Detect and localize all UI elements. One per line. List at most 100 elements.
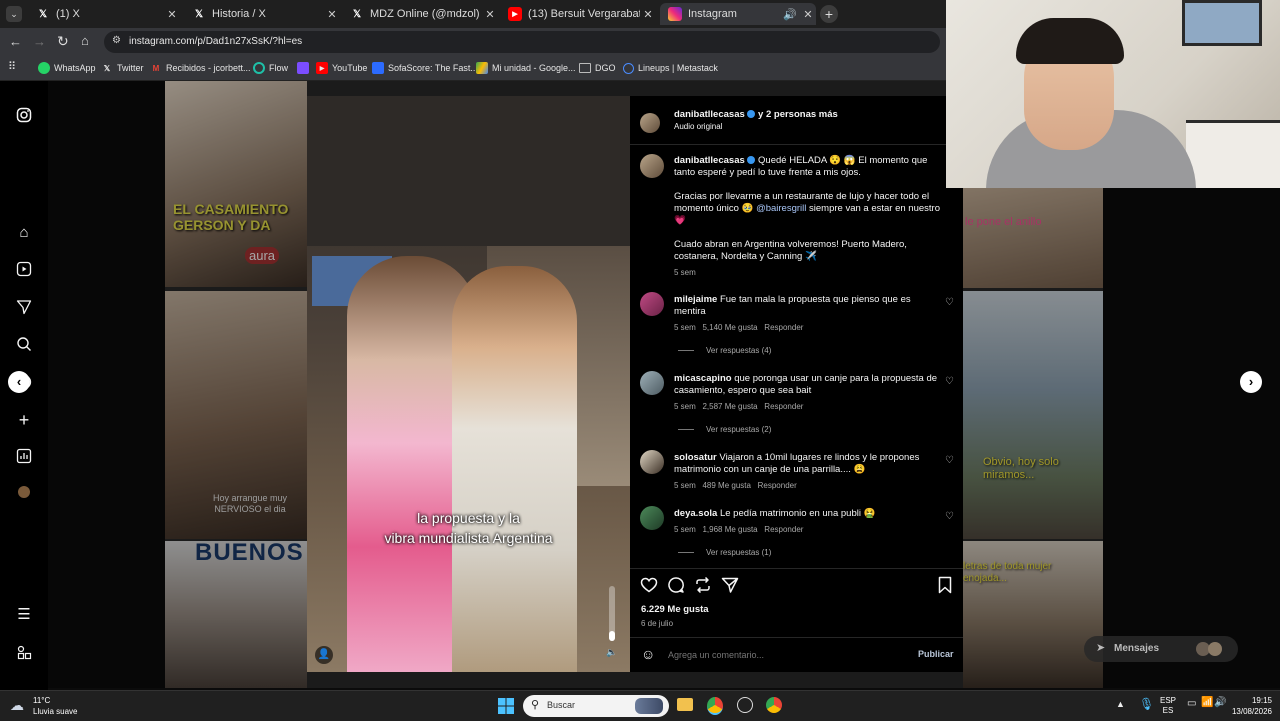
bookmark-lineups[interactable]: Lineups | Metastack xyxy=(623,60,718,76)
emoji-picker-icon[interactable]: ☺ xyxy=(641,646,655,662)
tab-audio-icon[interactable]: 🔊 xyxy=(782,8,798,21)
messages-pill[interactable]: ➤ Mensajes xyxy=(1084,636,1238,662)
tray-overflow-icon[interactable]: ▲ xyxy=(1116,699,1125,709)
bookmark-flow[interactable]: Flow xyxy=(253,60,288,76)
close-tab-icon[interactable]: ✕ xyxy=(482,8,498,21)
comment-avatar[interactable] xyxy=(640,506,664,530)
tab-list-dropdown[interactable]: ⌄ xyxy=(6,6,22,22)
bookmark-twitter[interactable]: 𝕏 Twitter xyxy=(101,60,144,76)
display-icon[interactable]: ▭ xyxy=(1187,698,1196,709)
comment-avatar[interactable] xyxy=(640,371,664,395)
collaborators-link[interactable]: y 2 personas más xyxy=(758,109,838,120)
send-icon[interactable] xyxy=(15,299,33,317)
system-clock[interactable]: 19:15 13/08/2026 xyxy=(1224,695,1272,717)
author-username[interactable]: danibatllecasas xyxy=(674,109,745,120)
comment-username[interactable]: milejaime xyxy=(674,294,717,305)
close-tab-icon[interactable]: ✕ xyxy=(640,8,656,21)
publish-button[interactable]: Publicar xyxy=(918,649,954,659)
new-tab-button[interactable]: + xyxy=(820,5,838,23)
language-indicator[interactable]: ESP ES xyxy=(1160,696,1176,716)
reload-icon[interactable]: ↻ xyxy=(57,33,69,50)
address-bar[interactable]: ⚙ instagram.com/p/Dad1n27xSsK/?hl=es xyxy=(104,31,940,53)
reply-button[interactable]: Responder xyxy=(764,323,803,332)
chrome-icon[interactable] xyxy=(707,697,723,715)
comment-input[interactable] xyxy=(666,646,900,664)
home-icon[interactable]: ⌂ xyxy=(15,224,33,242)
microphone-icon[interactable]: 🎙 xyxy=(1139,697,1154,711)
comment-likes[interactable]: 1,968 Me gusta xyxy=(702,525,757,534)
start-button[interactable] xyxy=(498,698,514,714)
like-comment-icon[interactable]: ♡ xyxy=(945,376,954,387)
chrome-profile-icon[interactable] xyxy=(766,697,782,713)
close-tab-icon[interactable]: ✕ xyxy=(800,8,816,21)
view-replies-button[interactable]: Ver respuestas (2) xyxy=(678,425,771,434)
close-tab-icon[interactable]: ✕ xyxy=(164,8,180,21)
comment-username[interactable]: micascapino xyxy=(674,373,732,384)
home-icon[interactable]: ⌂ xyxy=(81,33,89,48)
tab-historia[interactable]: 𝕏 Historia / X ✕ xyxy=(184,3,340,25)
bookmark-dgo[interactable]: DGO xyxy=(579,60,616,76)
like-icon[interactable] xyxy=(640,576,658,599)
forward-arrow-icon[interactable]: → xyxy=(33,34,46,49)
instagram-logo-icon[interactable] xyxy=(15,107,33,125)
like-comment-icon[interactable]: ♡ xyxy=(945,297,954,308)
bookmark-whatsapp[interactable]: WhatsApp xyxy=(38,60,96,76)
audio-label[interactable]: Audio original xyxy=(674,122,722,131)
search-icon[interactable] xyxy=(15,336,33,354)
comment-username[interactable]: solosatur xyxy=(674,452,717,463)
create-icon[interactable]: + xyxy=(15,411,33,429)
like-comment-icon[interactable]: ♡ xyxy=(945,511,954,522)
save-icon[interactable] xyxy=(937,576,953,599)
more-apps-icon[interactable] xyxy=(15,644,33,662)
repost-icon[interactable] xyxy=(694,576,712,599)
video-man xyxy=(452,266,577,672)
reply-button[interactable]: Responder xyxy=(758,481,797,490)
bookmark-gmail[interactable]: M Recibidos - jcorbett... xyxy=(150,60,251,76)
like-comment-icon[interactable]: ♡ xyxy=(945,455,954,466)
comment-icon[interactable] xyxy=(667,576,685,599)
share-icon[interactable] xyxy=(721,576,739,599)
likes-count[interactable]: 6.229 Me gusta xyxy=(641,604,709,615)
view-replies-button[interactable]: Ver respuestas (4) xyxy=(678,346,771,355)
reply-button[interactable]: Responder xyxy=(764,525,803,534)
view-replies-button[interactable]: Ver respuestas (1) xyxy=(678,548,771,557)
post-video[interactable]: la propuesta y la vibra mundialista Arge… xyxy=(307,96,630,672)
close-tab-icon[interactable]: ✕ xyxy=(324,8,340,21)
tab-x-home[interactable]: 𝕏 (1) X ✕ xyxy=(28,3,180,25)
reply-button[interactable]: Responder xyxy=(764,402,803,411)
reels-icon[interactable] xyxy=(15,261,33,279)
apps-grid-icon[interactable]: ⠿ xyxy=(8,60,16,73)
back-arrow-icon[interactable]: ← xyxy=(9,34,22,49)
comment-username[interactable]: deya.sola xyxy=(674,508,717,519)
next-post-button[interactable]: › xyxy=(1240,371,1262,393)
network-icon[interactable]: 📶 xyxy=(1201,697,1213,708)
menu-icon[interactable]: ☰ xyxy=(15,606,33,624)
mute-toggle-icon[interactable]: 🔈 xyxy=(606,647,617,658)
tab-instagram[interactable]: Instagram 🔊 ✕ xyxy=(660,3,816,25)
bookmark-twitch[interactable] xyxy=(297,60,313,76)
weather-widget[interactable]: ☁ 11°C Lluvia suave xyxy=(10,693,100,719)
comment-avatar[interactable] xyxy=(640,292,664,316)
caption-username[interactable]: danibatllecasas xyxy=(674,155,745,166)
file-explorer-icon[interactable] xyxy=(677,698,693,711)
clock-app-icon[interactable] xyxy=(737,697,753,713)
comment-likes[interactable]: 489 Me gusta xyxy=(702,481,750,490)
caption-mention-link[interactable]: @bairesgrill xyxy=(756,203,806,214)
comment-likes[interactable]: 5,140 Me gusta xyxy=(702,323,757,332)
bookmark-youtube[interactable]: ▶ YouTube xyxy=(316,60,367,76)
comment-avatar[interactable] xyxy=(640,450,664,474)
site-info-icon[interactable]: ⚙ xyxy=(112,35,121,46)
bookmark-sofascore[interactable]: SofaScore: The Fast... xyxy=(372,60,478,76)
profile-avatar-icon[interactable] xyxy=(15,485,33,503)
comment-likes[interactable]: 2,587 Me gusta xyxy=(702,402,757,411)
tagged-users-icon[interactable]: 👤 xyxy=(315,646,333,664)
dashboard-icon[interactable] xyxy=(15,448,33,466)
tab-youtube[interactable]: ▶ (13) Bersuit Vergarabat - El Viej ✕ xyxy=(500,3,656,25)
tab-mdz[interactable]: 𝕏 MDZ Online (@mdzol) / X ✕ xyxy=(342,3,498,25)
taskbar-search[interactable]: ⚲ Buscar xyxy=(523,695,669,717)
author-avatar[interactable] xyxy=(640,154,664,178)
bookmark-drive[interactable]: Mi unidad - Google... xyxy=(476,60,576,76)
prev-post-button[interactable]: ‹ xyxy=(8,371,30,393)
volume-slider[interactable] xyxy=(609,586,615,641)
author-avatar[interactable] xyxy=(640,113,660,133)
